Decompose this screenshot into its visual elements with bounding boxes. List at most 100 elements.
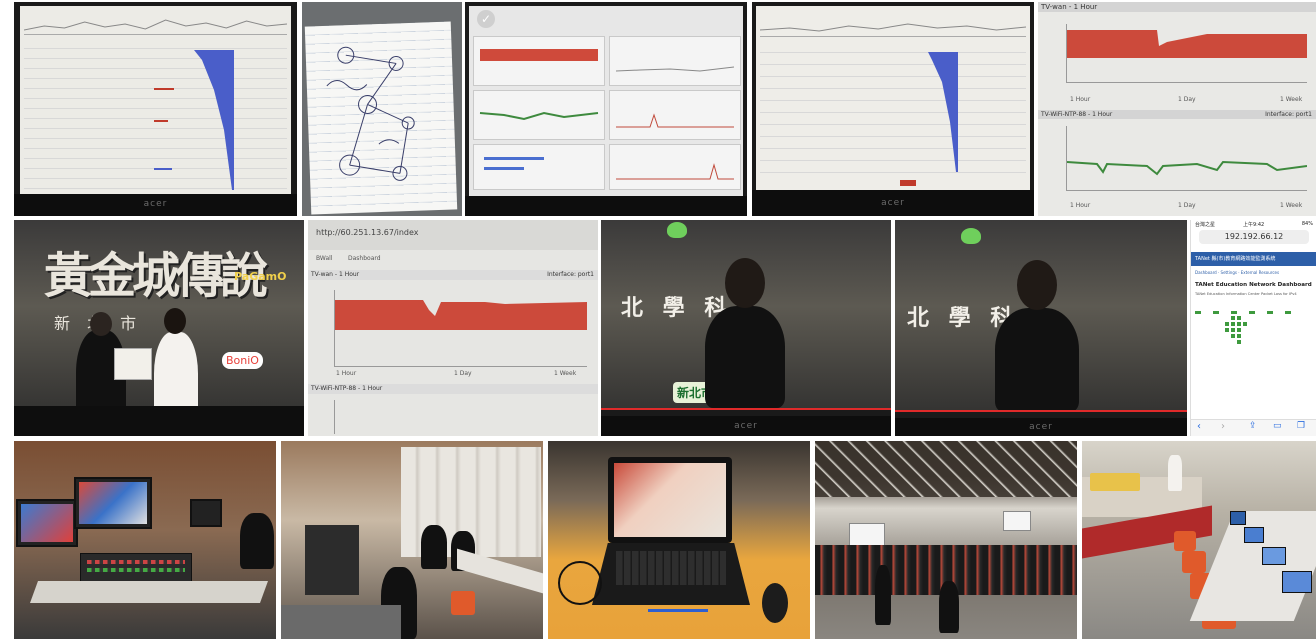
leaf-logo: [667, 222, 687, 238]
address-bar[interactable]: 192.192.66.12: [1199, 230, 1309, 244]
sparkline: [759, 14, 1027, 37]
speaker: [995, 308, 1079, 412]
nav-dashboard[interactable]: Dashboard: [1195, 270, 1217, 275]
laptop-2: [1244, 527, 1264, 543]
photo-screen-two-charts: TV-wan - 1 Hour 1 Hour 1 Day 1 Week TV-W…: [1038, 2, 1316, 216]
gift-bag: [114, 348, 152, 380]
range-label-1h: 1 Hour: [1070, 96, 1091, 103]
sponsor-logo: BoniO: [222, 352, 263, 369]
presenter-left-head: [90, 312, 112, 336]
floor-cables: [281, 605, 401, 639]
bottom-chart-time: 1 Hour: [1092, 111, 1113, 118]
nav-tabs: BWall Dashboard: [308, 252, 598, 266]
photo-browser-dashboard: http://60.251.13.67/index BWall Dashboar…: [308, 220, 598, 436]
photo-operators-room: [281, 441, 543, 639]
screen: [756, 6, 1030, 190]
audience-shadow: [14, 406, 304, 436]
speaker: [705, 306, 785, 408]
photo-monitor-long-table: acer: [752, 2, 1034, 216]
page-title: TANet Education Network Dashboard: [1195, 282, 1312, 288]
chair-1: [451, 591, 475, 615]
operator-1: [421, 525, 447, 569]
monitor-brand: acer: [881, 198, 905, 208]
mouse: [762, 583, 788, 623]
range-label-1d: 1 Day: [454, 370, 472, 377]
photo-speaker-monitor-2: 北 學 科 acer: [895, 220, 1187, 436]
photo-stage-award: 黃金城傳說 新 北 市 PaGamO BoniO: [14, 220, 304, 436]
share-icon[interactable]: ⇪: [1249, 421, 1257, 431]
url-text: http://60.251.13.67/index: [316, 228, 419, 237]
nav-settings[interactable]: Settings: [1221, 270, 1237, 275]
photo-monitor-dashboard-grid: ✓: [465, 2, 747, 216]
tabs-icon[interactable]: ❐: [1297, 421, 1305, 431]
bookmarks-icon[interactable]: ▭: [1273, 421, 1282, 431]
laptop-4: [1282, 571, 1312, 593]
monitor-right: [190, 499, 222, 527]
desk: [29, 581, 269, 603]
status-bar: 台灣之星 上午9:42 84%: [1191, 220, 1316, 228]
site-header: TANet 縣(市)教育網路效能監測系統: [1191, 252, 1316, 266]
pen: [648, 609, 708, 612]
panel-top-left: [473, 36, 605, 86]
photo-handwritten-sketch: [302, 2, 462, 216]
tab-bwall: BWall: [316, 255, 333, 262]
range-label-1h: 1 Hour: [336, 370, 357, 377]
top-chart-title: TV-wan: [1041, 3, 1067, 11]
clock: 上午9:42: [1243, 222, 1265, 228]
range-label-1w: 1 Week: [1280, 96, 1303, 103]
legend-dots: [1195, 300, 1309, 314]
screen: [20, 6, 291, 194]
top-chart: [1066, 24, 1307, 83]
bottom-chart-stub: [334, 400, 587, 434]
bar-column: [194, 50, 234, 190]
browser-toolbar: ‹ › ⇪ ▭ ❐: [1191, 419, 1316, 436]
panel-bot-right: [609, 144, 741, 190]
tab-dashboard: Dashboard: [348, 255, 381, 262]
table-area: [24, 40, 287, 190]
iface-label: Interface: port1: [547, 271, 594, 278]
photo-laptop-desk: [548, 441, 810, 639]
staff-1: [875, 565, 891, 625]
header-title: TANet 縣(市)教育網路效能監測系統: [1195, 256, 1276, 262]
operator: [240, 513, 274, 569]
forward-icon[interactable]: ›: [1221, 421, 1225, 432]
iface-label: Interface: port1: [1265, 111, 1312, 118]
monitor-center: [74, 477, 152, 529]
nav-external[interactable]: External Resources: [1241, 270, 1279, 275]
laptop-screen: [608, 457, 732, 543]
nav-links: Dashboard · Settings · External Resource…: [1195, 270, 1280, 275]
leaf-logo: [961, 228, 981, 244]
back-icon[interactable]: ‹: [1197, 421, 1201, 432]
sparkline: [23, 12, 288, 35]
monitor-brand: acer: [1029, 422, 1053, 432]
stage-title: 黃金城傳說: [44, 248, 268, 304]
presenter-right-head: [164, 308, 186, 334]
bottom-chart-title: TV-WiFi-NTP-88: [311, 385, 357, 392]
presenter-white: [1168, 455, 1182, 491]
top-chart-title: TV-wan: [311, 271, 333, 278]
chair-2: [1182, 551, 1206, 573]
panel-top-right: [609, 36, 741, 86]
range-label-1d: 1 Day: [1178, 96, 1196, 103]
paper: [304, 21, 458, 215]
monitor-left: [16, 499, 78, 547]
photo-broadcast-desk: [14, 441, 276, 639]
top-chart: [334, 290, 587, 367]
panel-bot-left: [473, 144, 605, 190]
range-label-1w: 1 Week: [554, 370, 577, 377]
cable: [558, 561, 602, 605]
screen: ✓: [469, 6, 743, 196]
panel-mid-right: [609, 90, 741, 140]
brand-badge: PaGamO: [234, 270, 287, 283]
chair-1: [1174, 531, 1196, 551]
photo-speaker-monitor-1: 北 學 科 新北市 acer: [601, 220, 891, 436]
panel-mid-left: [473, 90, 605, 140]
laptop-3: [1262, 547, 1286, 565]
speaker-head: [1017, 260, 1057, 310]
stage-banner: [1090, 473, 1140, 491]
monitor-brand: acer: [734, 421, 758, 431]
staff-2: [939, 581, 959, 633]
address-bar: http://60.251.13.67/index: [308, 220, 598, 250]
photo-event-hall: [815, 441, 1077, 639]
ip-address: 192.192.66.12: [1224, 232, 1284, 241]
